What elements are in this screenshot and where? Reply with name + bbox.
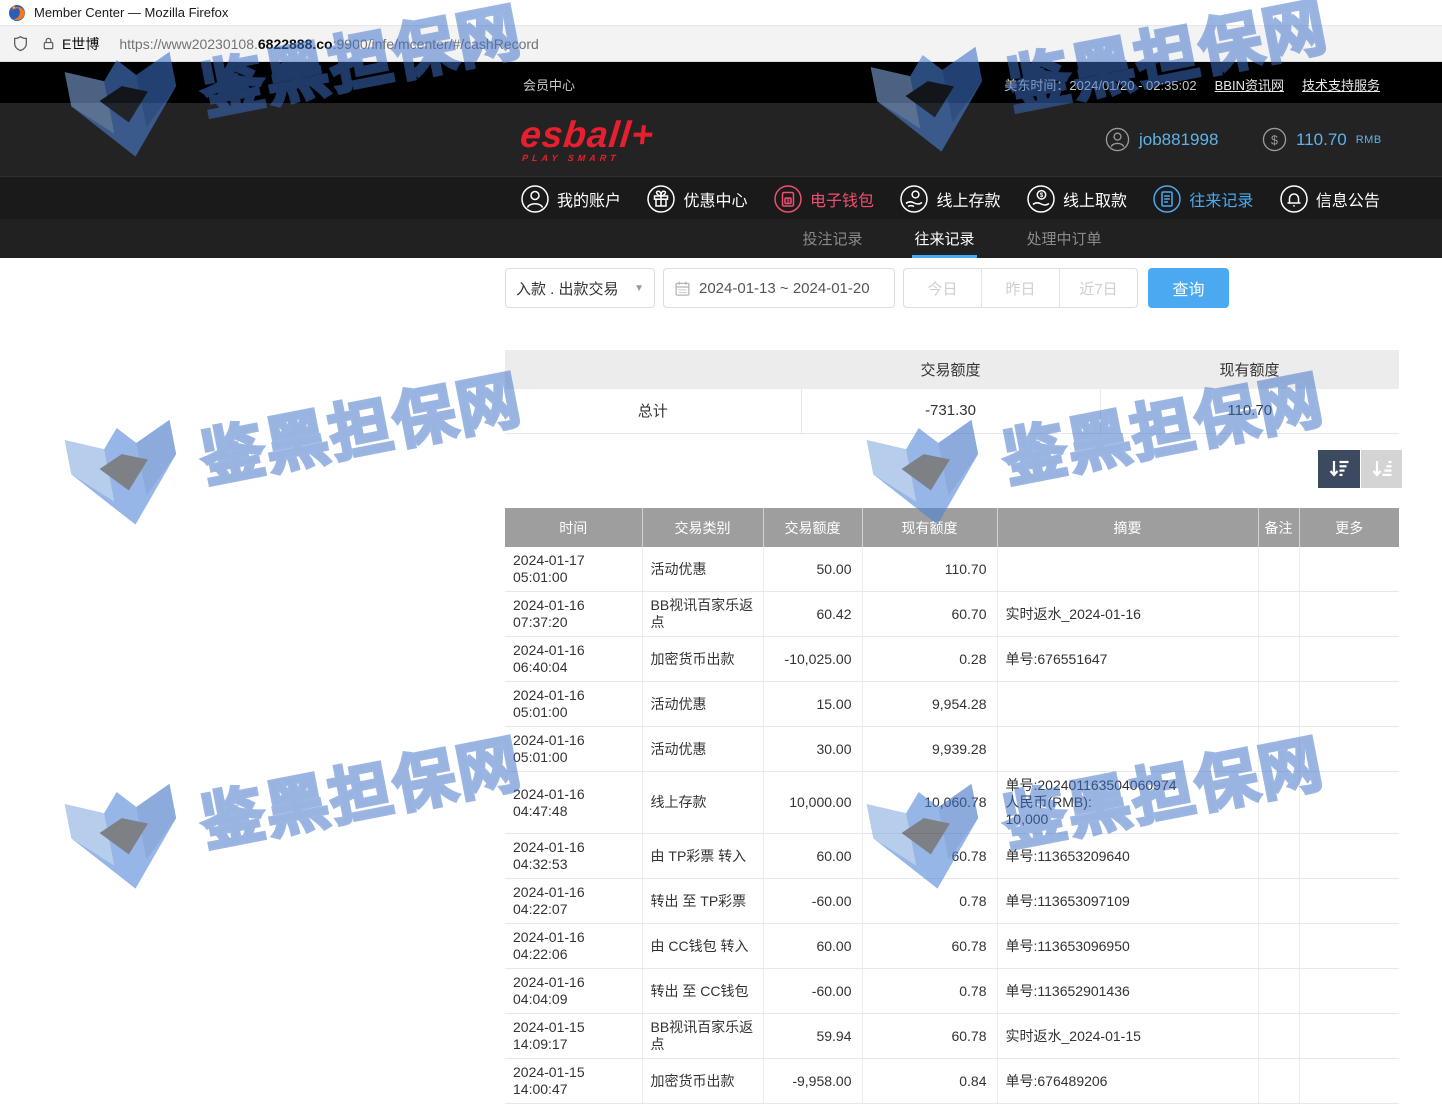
sub-tab-bar: 投注记录 往来记录 处理中订单 [0,219,1442,258]
col-more: 更多 [1299,508,1399,547]
nav-announcements[interactable]: 信息公告 [1279,184,1380,214]
col-category: 交易类别 [642,508,763,547]
summary-header-amount: 交易额度 [801,350,1100,389]
sort-ascending-button[interactable] [1360,450,1402,488]
tab-bet-records[interactable]: 投注记录 [800,219,864,258]
nav-promotions[interactable]: 优惠中心 [646,184,747,214]
sort-descending-button[interactable] [1318,450,1360,488]
address-url[interactable]: https://www20230108.6822888.co:9900/infe… [119,36,539,52]
sort-descending-icon [1327,457,1351,481]
bbin-news-link[interactable]: BBIN资讯网 [1215,75,1284,94]
firefox-icon [8,4,26,22]
account-username[interactable]: job881998 [1105,103,1218,176]
window-title: Member Center — Mozilla Firefox [34,5,228,20]
svg-text:$: $ [1271,133,1278,147]
table-row: 2024-01-17 05:01:00活动优惠 50.00110.70 [505,547,1399,592]
svg-text:$: $ [786,198,789,204]
tech-support-link[interactable]: 技术支持服务 [1302,75,1380,94]
transaction-type-select[interactable]: 入款 . 出款交易 ▼ [505,268,655,308]
deposit-icon [899,184,929,214]
shield-icon[interactable] [12,35,29,52]
col-amount: 交易额度 [763,508,862,547]
watermark-logo-icon [51,764,199,904]
browser-title-bar: Member Center — Mozilla Firefox [0,0,1442,26]
main-navigation-bar: 我的账户 优惠中心 $ 电子钱包 线上存款 $ 线上取款 [0,176,1442,219]
table-row: 2024-01-15 14:09:17BB视讯百家乐返点 59.9460.78 … [505,1014,1399,1059]
summary-header-empty [505,350,801,389]
table-row: 2024-01-15 14:00:47加密货币出款 -9,958.000.84 … [505,1059,1399,1104]
summary-total-balance: 110.70 [1100,389,1399,433]
bell-icon [1279,184,1309,214]
watermark-logo-icon [51,400,199,540]
watermark: 鉴黑担保网 [51,699,532,904]
yesterday-button[interactable]: 昨日 [981,269,1059,307]
sort-ascending-icon [1370,457,1394,481]
brand-header: esball+ PLAY SMART job881998 $ 110.70 RM… [0,103,1442,176]
today-button[interactable]: 今日 [904,269,981,307]
tab-pending-orders[interactable]: 处理中订单 [1025,219,1104,258]
table-row: 2024-01-16 04:32:53由 TP彩票 转入 60.0060.78 … [505,834,1399,879]
site-identity-label[interactable]: E世博 [62,34,99,54]
user-icon [520,184,550,214]
coin-icon: $ [1262,127,1287,152]
calendar-icon [674,280,691,297]
member-center-label: 会员中心 [523,75,575,94]
browser-url-bar[interactable]: E世博 https://www20230108.6822888.co:9900/… [0,26,1442,62]
col-balance: 现有额度 [862,508,997,547]
summary-header-balance: 现有额度 [1100,350,1399,389]
table-row: 2024-01-16 06:40:04加密货币出款 -10,025.000.28… [505,637,1399,682]
account-balance[interactable]: $ 110.70 RMB [1262,103,1382,176]
chevron-down-icon: ▼ [634,283,644,294]
gift-icon [646,184,676,214]
records-table: 时间 交易类别 交易额度 现有额度 摘要 备注 更多 2024-01-17 05… [505,508,1399,1104]
summary-total-label: 总计 [505,389,801,433]
wallet-icon: $ [773,184,803,214]
esball-logo[interactable]: esball+ PLAY SMART [518,117,656,163]
records-icon [1152,184,1182,214]
summary-table: 交易额度 现有额度 总计 -731.30 110.70 [505,350,1399,434]
table-row: 2024-01-16 07:37:20BB视讯百家乐返点 60.4260.70 … [505,592,1399,637]
col-summary: 摘要 [997,508,1258,547]
summary-total-row: 总计 -731.30 110.70 [505,389,1399,433]
nav-online-deposit[interactable]: 线上存款 [899,184,1000,214]
table-row: 2024-01-16 04:22:07转出 至 TP彩票 -60.000.78 … [505,879,1399,924]
sort-controls [1318,450,1402,488]
withdraw-icon: $ [1026,184,1056,214]
lock-icon[interactable] [41,36,56,51]
table-row: 2024-01-16 05:01:00活动优惠 30.009,939.28 [505,727,1399,772]
last7days-button[interactable]: 近7日 [1059,269,1137,307]
col-note: 备注 [1258,508,1299,547]
records-header-row: 时间 交易类别 交易额度 现有额度 摘要 备注 更多 [505,508,1399,547]
top-utility-bar: 会员中心 美东时间：2024/01/20 - 02:35:02 BBIN资讯网 … [0,62,1442,103]
table-row: 2024-01-16 04:22:06由 CC钱包 转入 60.0060.78 … [505,924,1399,969]
table-row: 2024-01-16 04:47:48线上存款 10,000.0010,060.… [505,772,1399,834]
nav-online-withdraw[interactable]: $ 线上取款 [1026,184,1127,214]
nav-transaction-records[interactable]: 往来记录 [1152,184,1253,214]
col-time: 时间 [505,508,642,547]
table-row: 2024-01-16 05:01:00活动优惠 15.009,954.28 [505,682,1399,727]
table-row: 2024-01-16 04:04:09转出 至 CC钱包 -60.000.78 … [505,969,1399,1014]
tab-cash-records[interactable]: 往来记录 [912,219,976,258]
quick-range-group: 今日 昨日 近7日 [903,268,1138,308]
date-range-input[interactable]: 2024-01-13 ~ 2024-01-20 [663,268,895,308]
user-badge-icon [1105,127,1130,152]
eastern-time: 美东时间：2024/01/20 - 02:35:02 [1004,75,1196,94]
watermark: 鉴黑担保网 [51,335,532,540]
search-button[interactable]: 查询 [1148,268,1229,308]
nav-e-wallet[interactable]: $ 电子钱包 [773,184,874,214]
summary-total-amount: -731.30 [801,389,1100,433]
nav-my-account[interactable]: 我的账户 [520,184,621,214]
